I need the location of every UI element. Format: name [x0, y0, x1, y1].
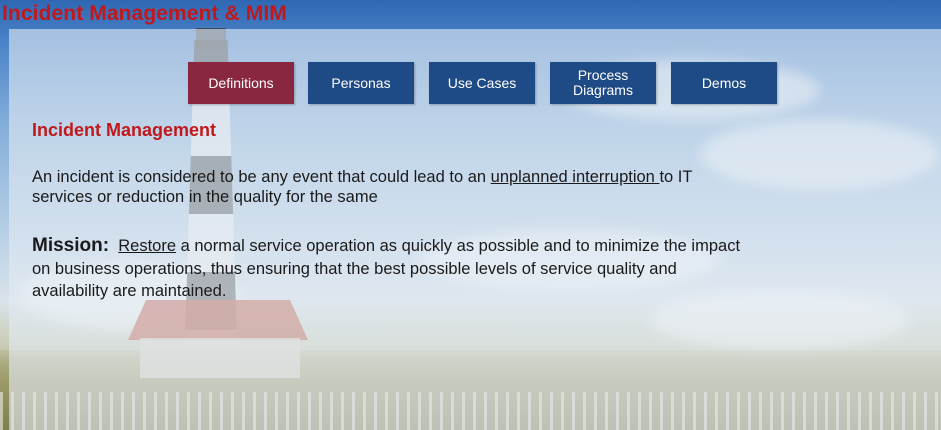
mission-line-2: on business operations, thus ensuring th… — [32, 260, 677, 278]
tab-demos[interactable]: Demos — [671, 62, 777, 104]
tab-label: Use Cases — [447, 74, 517, 91]
tab-personas[interactable]: Personas — [308, 62, 414, 104]
mission-text: a normal service operation as quickly as… — [176, 237, 741, 255]
mission-line-1: Mission: Restore a normal service operat… — [32, 236, 740, 256]
definition-line-2: services or reduction in the quality for… — [32, 188, 378, 206]
slide: Incident Management & MIM Definitions Pe… — [0, 0, 941, 430]
slide-title: Incident Management & MIM — [2, 2, 287, 25]
tab-label: Process Diagrams — [573, 67, 633, 98]
tab-definitions[interactable]: Definitions — [188, 62, 294, 104]
tab-use-cases[interactable]: Use Cases — [429, 62, 535, 104]
tab-label: Personas — [331, 74, 391, 91]
section-heading: Incident Management — [32, 120, 217, 140]
mission-line-3: availability are maintained. — [32, 282, 227, 300]
definition-text: An incident is considered to be any even… — [32, 168, 491, 186]
definition-text: to IT — [659, 168, 693, 186]
tab-process-diagrams[interactable]: Process Diagrams — [550, 62, 656, 104]
definition-line-1: An incident is considered to be any even… — [32, 167, 692, 187]
tab-label: Definitions — [208, 74, 274, 91]
restore-link[interactable]: Restore — [118, 237, 176, 255]
unplanned-interruption-link[interactable]: unplanned interruption — [491, 168, 660, 186]
mission-label: Mission: — [32, 235, 110, 256]
tab-label: Demos — [701, 74, 747, 91]
